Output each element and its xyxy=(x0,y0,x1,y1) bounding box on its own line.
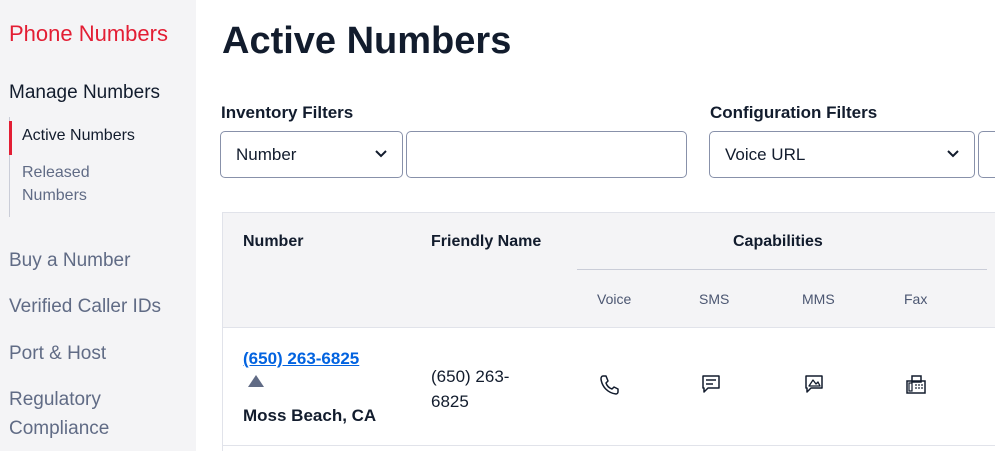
phone-number-link[interactable]: (650) 263-6825 xyxy=(243,349,359,368)
sidebar-item-released-numbers[interactable]: Released Numbers xyxy=(22,161,132,207)
configuration-filter-select-value: Voice URL xyxy=(725,145,806,164)
sidebar-item-verified-caller-ids[interactable]: Verified Caller IDs xyxy=(9,292,189,321)
sidebar-item-buy-a-number[interactable]: Buy a Number xyxy=(9,246,189,275)
main-content: Active Numbers Inventory Filters Number … xyxy=(196,0,995,451)
table-row: (650) 263-6825 Moss Beach, CA (650) 263-… xyxy=(223,328,995,446)
chevron-down-icon xyxy=(375,150,387,158)
mms-icon xyxy=(805,375,823,393)
sidebar-item-port-host[interactable]: Port & Host xyxy=(9,339,189,368)
page-title: Active Numbers xyxy=(222,20,512,62)
sidebar: Phone Numbers Manage Numbers Active Numb… xyxy=(0,0,196,451)
friendly-name-cell: (650) 263-6825 xyxy=(431,367,510,411)
active-indicator xyxy=(9,121,12,155)
phone-number-cell[interactable]: (650) 263-6825 xyxy=(243,346,363,396)
phone-icon xyxy=(600,375,619,395)
sidebar-subnav: Active Numbers Released Numbers xyxy=(9,117,189,217)
inventory-filter-input[interactable] xyxy=(406,131,687,178)
capabilities-divider xyxy=(577,269,987,270)
fax-icon xyxy=(906,375,926,394)
sidebar-item-active-numbers[interactable]: Active Numbers xyxy=(22,124,172,147)
sidebar-title[interactable]: Phone Numbers xyxy=(9,21,168,47)
sidebar-section-manage-numbers[interactable]: Manage Numbers xyxy=(9,82,160,104)
configuration-filter-select[interactable]: Voice URL xyxy=(709,131,975,178)
column-header-fax: Fax xyxy=(904,291,928,307)
column-header-voice: Voice xyxy=(597,291,632,307)
column-header-mms: MMS xyxy=(802,291,835,307)
inventory-filters-label: Inventory Filters xyxy=(221,103,354,122)
column-header-capabilities: Capabilities xyxy=(733,233,823,250)
chevron-down-icon xyxy=(947,150,959,158)
numbers-table: Number Friendly Name Capabilities Voice … xyxy=(222,212,995,451)
inventory-filter-select-value: Number xyxy=(236,145,297,164)
sms-icon xyxy=(702,375,720,393)
column-header-number[interactable]: Number xyxy=(243,233,303,251)
configuration-filters-label: Configuration Filters xyxy=(710,103,878,122)
number-location: Moss Beach, CA xyxy=(243,406,377,425)
configuration-filter-input[interactable] xyxy=(978,131,995,178)
column-header-sms: SMS xyxy=(699,291,730,307)
column-header-friendly-name: Friendly Name xyxy=(431,233,542,250)
sidebar-item-regulatory-compliance[interactable]: Regulatory Compliance xyxy=(9,385,189,443)
table-header: Number Friendly Name Capabilities Voice … xyxy=(223,213,995,328)
sort-ascending-icon[interactable] xyxy=(248,375,264,387)
inventory-filter-select[interactable]: Number xyxy=(220,131,403,178)
